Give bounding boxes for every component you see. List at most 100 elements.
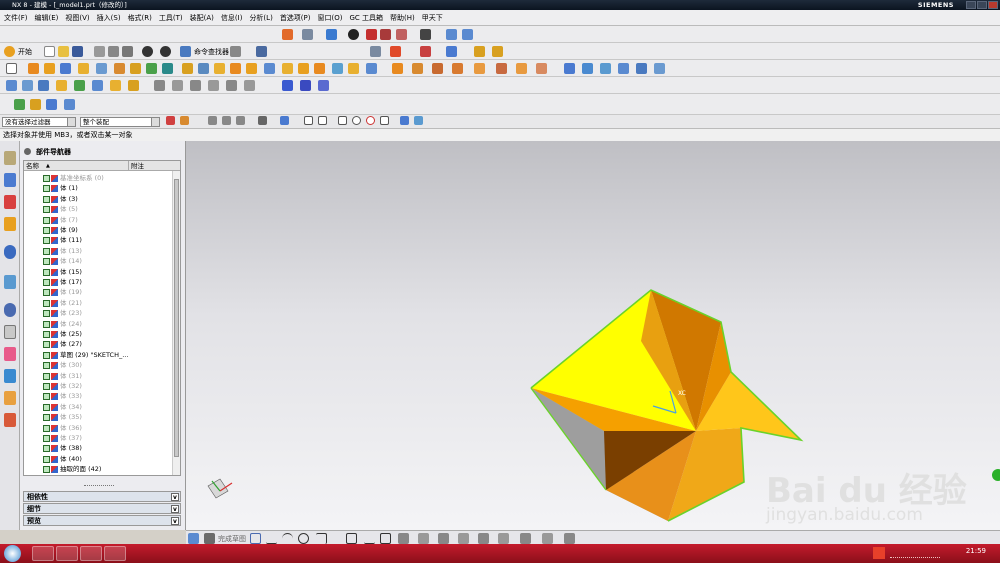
- tree-row[interactable]: 基准坐标系 (0): [24, 173, 172, 183]
- visibility-checkbox[interactable]: [43, 403, 50, 411]
- quick-extend-icon[interactable]: [478, 533, 489, 544]
- menu-preferences[interactable]: 首选项(P): [280, 13, 311, 23]
- render-style-icon[interactable]: [326, 29, 337, 40]
- menu-view[interactable]: 视图(V): [65, 13, 89, 23]
- tree-row[interactable]: 体 (3): [24, 194, 172, 204]
- rectangle-icon[interactable]: [346, 533, 357, 544]
- visibility-checkbox[interactable]: [43, 175, 50, 182]
- tree-row[interactable]: 体 (11): [24, 235, 172, 245]
- draft-icon[interactable]: [230, 63, 241, 74]
- dimension-icon[interactable]: [542, 533, 553, 544]
- roles-icon[interactable]: [4, 391, 16, 405]
- new-file-icon[interactable]: [44, 46, 55, 57]
- sketch-icon[interactable]: [6, 63, 17, 74]
- through-curves-icon[interactable]: [582, 63, 593, 74]
- text-curve-icon[interactable]: [92, 80, 103, 91]
- resize-face-icon[interactable]: [452, 63, 463, 74]
- offset-curve-icon[interactable]: [398, 533, 409, 544]
- tree-row[interactable]: 体 (19): [24, 287, 172, 297]
- measure-icon[interactable]: [474, 46, 485, 57]
- n-sided-icon[interactable]: [618, 63, 629, 74]
- tree-row[interactable]: 体 (5): [24, 204, 172, 214]
- pattern-curve-icon[interactable]: [418, 533, 429, 544]
- scope-select[interactable]: 整个装配: [80, 117, 160, 127]
- edge-blend-icon[interactable]: [182, 63, 193, 74]
- assembly-icon[interactable]: [370, 46, 381, 57]
- visibility-checkbox[interactable]: [43, 195, 50, 203]
- point-icon[interactable]: [380, 533, 391, 544]
- tree-row[interactable]: 体 (40): [24, 454, 172, 464]
- tree-row[interactable]: 抽取的面 (42): [24, 464, 172, 474]
- maximize-icon[interactable]: [977, 1, 987, 9]
- menu-window[interactable]: 窗口(O): [318, 13, 343, 23]
- fillet-icon[interactable]: [316, 533, 327, 544]
- project-curve-icon[interactable]: [128, 80, 139, 91]
- rotate-view-icon[interactable]: [302, 29, 313, 40]
- menu-edit[interactable]: 编辑(E): [35, 13, 59, 23]
- intersect-icon[interactable]: [146, 63, 157, 74]
- tree-scrollbar[interactable]: [172, 171, 180, 475]
- undo-icon[interactable]: [142, 46, 153, 57]
- tree-row[interactable]: 体 (7): [24, 215, 172, 225]
- quick-trim-icon[interactable]: [458, 533, 469, 544]
- finish-sketch-icon[interactable]: [204, 533, 215, 544]
- mirror-face-icon[interactable]: [536, 63, 547, 74]
- visibility-checkbox[interactable]: [43, 414, 50, 422]
- offset-face-icon[interactable]: [282, 63, 293, 74]
- orient-view-icon[interactable]: [446, 29, 457, 40]
- knowledge-fusion-icon[interactable]: [4, 369, 16, 383]
- check-geometry-icon[interactable]: [14, 99, 25, 110]
- midpoint-snap-icon[interactable]: [318, 116, 327, 125]
- replace-face-icon[interactable]: [412, 63, 423, 74]
- hidden-edge-icon[interactable]: [380, 29, 391, 40]
- menu-analysis[interactable]: 分析(L): [249, 13, 272, 23]
- boss-icon[interactable]: [78, 63, 89, 74]
- select-faces-icon[interactable]: [208, 116, 217, 125]
- tree-row[interactable]: 草图 (29) "SKETCH_...: [24, 350, 172, 360]
- clock-icon[interactable]: [4, 303, 16, 317]
- tree-row[interactable]: 体 (24): [24, 319, 172, 329]
- offset-curve-icon[interactable]: [110, 80, 121, 91]
- wcs-icon[interactable]: [462, 29, 473, 40]
- subtract-icon[interactable]: [130, 63, 141, 74]
- tree-row[interactable]: 体 (35): [24, 412, 172, 422]
- pull-face-icon[interactable]: [496, 63, 507, 74]
- helix-icon[interactable]: [74, 80, 85, 91]
- swept-icon[interactable]: [600, 63, 611, 74]
- tree-row[interactable]: 体 (34): [24, 402, 172, 412]
- visibility-checkbox[interactable]: [43, 289, 50, 297]
- visibility-checkbox[interactable]: [43, 341, 50, 349]
- tree-row[interactable]: 体 (38): [24, 443, 172, 453]
- general-selection-icon[interactable]: [166, 116, 175, 125]
- tree-row[interactable]: 体 (13): [24, 246, 172, 256]
- endpoint-snap-icon[interactable]: [304, 116, 313, 125]
- surface-icon[interactable]: [564, 63, 575, 74]
- selection-intent-icon[interactable]: [180, 116, 189, 125]
- visibility-checkbox[interactable]: [43, 310, 50, 318]
- control-point-snap-icon[interactable]: [338, 116, 347, 125]
- chamfer-icon[interactable]: [198, 63, 209, 74]
- feature-playback-icon[interactable]: [30, 99, 41, 110]
- menu-info[interactable]: 信息(I): [221, 13, 243, 23]
- visibility-checkbox[interactable]: [43, 206, 50, 214]
- visibility-checkbox[interactable]: [43, 435, 50, 442]
- visibility-checkbox[interactable]: [43, 424, 50, 432]
- reorder-icon[interactable]: [64, 99, 75, 110]
- visibility-checkbox[interactable]: [43, 362, 50, 370]
- thicken-icon[interactable]: [298, 63, 309, 74]
- sketch-icon[interactable]: [188, 533, 199, 544]
- mirror-curve-icon[interactable]: [438, 533, 449, 544]
- visibility-checkbox[interactable]: [43, 216, 50, 224]
- tree-row[interactable]: 体 (33): [24, 391, 172, 401]
- tree-row[interactable]: 体 (17): [24, 277, 172, 287]
- bounded-plane-icon[interactable]: [636, 63, 647, 74]
- extract-icon[interactable]: [348, 63, 359, 74]
- visibility-checkbox[interactable]: [43, 393, 50, 401]
- visibility-checkbox[interactable]: [43, 351, 50, 359]
- edit-display-icon[interactable]: [318, 80, 329, 91]
- tree-row[interactable]: 体 (15): [24, 267, 172, 277]
- menu-gc-toolbox[interactable]: GC 工具箱: [349, 13, 383, 23]
- visibility-checkbox[interactable]: [43, 227, 50, 234]
- update-icon[interactable]: [46, 99, 57, 110]
- copy-icon[interactable]: [108, 46, 119, 57]
